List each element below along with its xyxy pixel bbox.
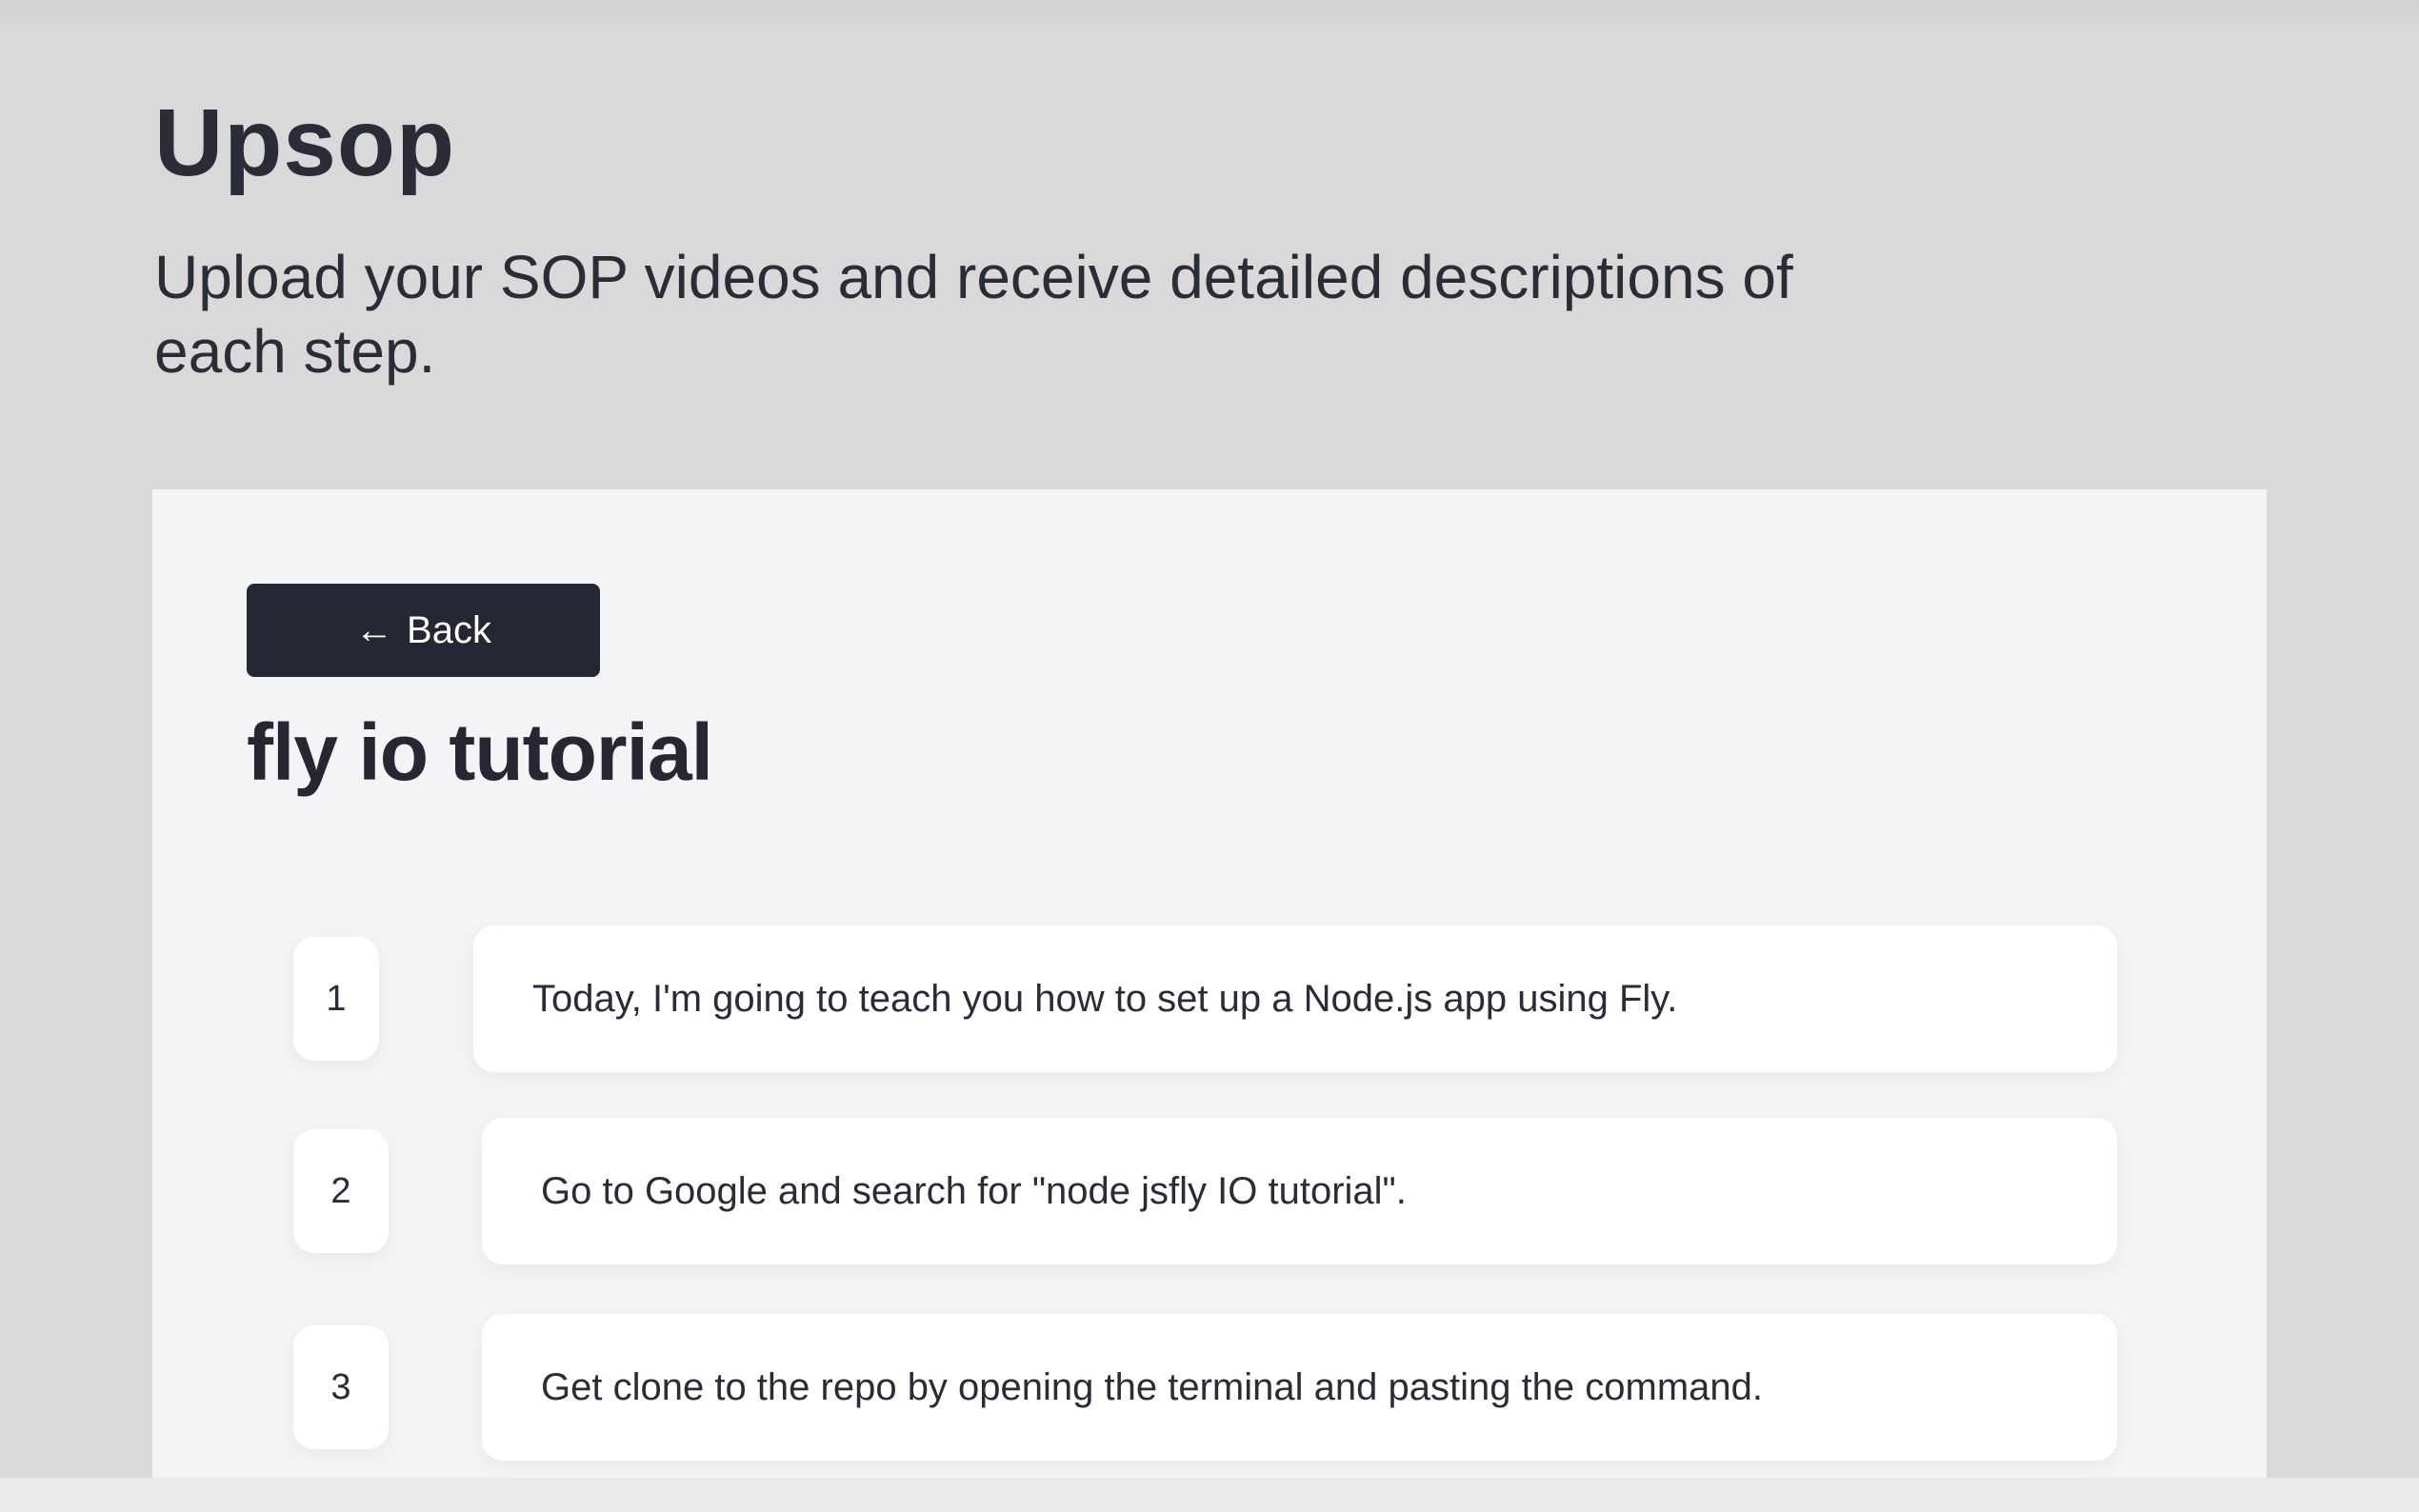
step-item: 1 Today, I'm going to teach you how to s…	[152, 925, 2267, 1072]
step-description: Go to Google and search for "node jsfly …	[482, 1118, 2117, 1264]
step-description: Get clone to the repo by opening the ter…	[482, 1314, 2117, 1461]
step-number: 3	[293, 1325, 389, 1449]
arrow-left-icon: ←	[355, 609, 394, 651]
sop-title: fly io tutorial	[247, 707, 713, 797]
step-item: 3 Get clone to the repo by opening the t…	[152, 1314, 2267, 1461]
bottom-shade	[0, 1478, 2419, 1512]
back-button-label: Back	[407, 608, 491, 651]
back-button[interactable]: ← Back	[247, 584, 600, 677]
app-subtitle: Upload your SOP videos and receive detai…	[154, 243, 1793, 386]
top-shade	[0, 0, 2419, 32]
step-number: 1	[293, 937, 379, 1061]
app-title: Upsop	[154, 90, 456, 196]
sop-detail-panel: ← Back fly io tutorial 1 Today, I'm goin…	[152, 489, 2267, 1499]
step-item: 2 Go to Google and search for "node jsfl…	[152, 1118, 2267, 1264]
step-number: 2	[293, 1129, 389, 1253]
step-description: Today, I'm going to teach you how to set…	[473, 925, 2117, 1072]
